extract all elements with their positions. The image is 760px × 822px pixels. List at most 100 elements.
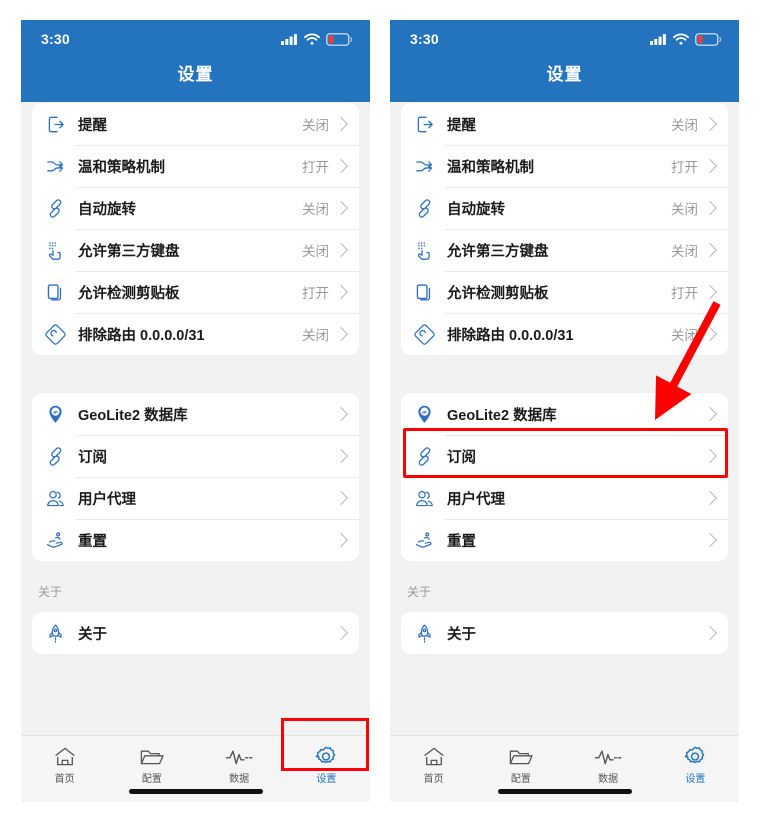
tab-home[interactable]: 首页 (21, 736, 108, 790)
row-label: 订阅 (78, 449, 107, 466)
row-reset[interactable]: 重置 (32, 519, 359, 561)
chevron-right-icon (702, 406, 718, 422)
keyboard-hand-icon (409, 237, 439, 263)
status-bar: 3:30 (21, 20, 370, 58)
rocket-icon (409, 620, 439, 646)
section-header-about: 关于 (38, 585, 63, 599)
row-subscription[interactable]: 订阅 (401, 435, 728, 477)
nav-bar: 设置 (21, 58, 370, 102)
row-label: 订阅 (447, 449, 476, 466)
chevron-right-icon (702, 326, 718, 342)
row-subscription[interactable]: 订阅 (32, 435, 359, 477)
row-clipboard-detect[interactable]: 允许检测剪贴板 打开 (32, 271, 359, 313)
chevron-right-icon (702, 284, 718, 300)
rocket-icon (40, 620, 70, 646)
tab-data[interactable]: 数据 (196, 736, 283, 790)
chevron-right-icon (333, 326, 349, 342)
chevron-right-icon (333, 284, 349, 300)
row-about[interactable]: 关于 (401, 612, 728, 654)
row-autorotate[interactable]: 自动旋转 关闭 (32, 187, 359, 229)
page-title: 设置 (546, 65, 583, 84)
tab-data[interactable]: 数据 (565, 736, 652, 790)
svg-text:IP: IP (53, 409, 58, 415)
chevron-right-icon (333, 448, 349, 464)
reset-hand-icon (409, 527, 439, 553)
screenshot-stage: 3:30 设置 提醒 关闭 温和策略机制 打开 自动旋转 关闭 允许第三方键盘 … (0, 0, 760, 822)
wifi-icon (304, 33, 320, 45)
row-value: 关闭 (671, 202, 698, 217)
cellular-signal-icon (281, 34, 297, 45)
row-value: 打开 (302, 160, 329, 175)
row-reminder[interactable]: 提醒 关闭 (32, 103, 359, 145)
row-value: 打开 (302, 286, 329, 301)
row-label: 温和策略机制 (78, 159, 165, 176)
row-value: 关闭 (302, 244, 329, 259)
row-policy[interactable]: 温和策略机制 打开 (32, 145, 359, 187)
row-exclude-route[interactable]: 排除路由 0.0.0.0/31 关闭 (401, 313, 728, 355)
pulse-icon (225, 750, 253, 764)
row-label: 关于 (78, 626, 107, 643)
settings-scroll-left[interactable]: 提醒 关闭 温和策略机制 打开 自动旋转 关闭 允许第三方键盘 关闭 允许检测剪… (21, 103, 370, 735)
exit-arrow-icon (409, 111, 439, 137)
tab-label: 首页 (54, 773, 75, 785)
row-reset[interactable]: 重置 (401, 519, 728, 561)
clipboard-copy-icon (40, 279, 70, 305)
settings-group-1: 提醒 关闭 温和策略机制 打开 自动旋转 关闭 允许第三方键盘 关闭 允许检测剪… (401, 103, 728, 355)
row-value: 关闭 (671, 118, 698, 133)
tab-label: 配置 (510, 773, 531, 785)
clipboard-copy-icon (409, 279, 439, 305)
row-value: 打开 (671, 160, 698, 175)
chevron-right-icon (702, 532, 718, 548)
shuffle-icon (409, 153, 439, 179)
tab-bar-right: 首页 配置 数据 设置 (390, 735, 739, 802)
row-third-party-keyboard[interactable]: 允许第三方键盘 关闭 (401, 229, 728, 271)
row-policy[interactable]: 温和策略机制 打开 (401, 145, 728, 187)
row-label: 提醒 (78, 117, 107, 134)
tab-home[interactable]: 首页 (390, 736, 477, 790)
row-label: 自动旋转 (78, 201, 136, 218)
row-label: 排除路由 0.0.0.0/31 (78, 327, 205, 344)
tab-settings[interactable]: 设置 (283, 736, 370, 790)
settings-group-2: IP GeoLite2 数据库 订阅 用户代理 重置 (401, 393, 728, 561)
row-label: 允许检测剪贴板 (447, 285, 549, 302)
tab-label: 配置 (141, 773, 162, 785)
page-title: 设置 (177, 65, 214, 84)
phone-screenshot-left: 3:30 设置 提醒 关闭 温和策略机制 打开 自动旋转 关闭 允许第三方键盘 … (21, 20, 370, 802)
row-value: 关闭 (671, 244, 698, 259)
chevron-right-icon (333, 490, 349, 506)
row-third-party-keyboard[interactable]: 允许第三方键盘 关闭 (32, 229, 359, 271)
link-chain-icon (409, 443, 439, 469)
gear-icon (685, 746, 705, 764)
ip-pin-icon: IP (40, 401, 70, 427)
route-diamond-icon (40, 321, 70, 347)
tab-config[interactable]: 配置 (108, 736, 195, 790)
row-user-agent[interactable]: 用户代理 (401, 477, 728, 519)
row-value: 打开 (671, 286, 698, 301)
status-bar: 3:30 (390, 20, 739, 58)
tab-label: 设置 (316, 774, 337, 785)
settings-scroll-right[interactable]: 提醒 关闭 温和策略机制 打开 自动旋转 关闭 允许第三方键盘 关闭 允许检测剪… (390, 103, 739, 735)
link-chain-icon (409, 195, 439, 221)
battery-low-icon (695, 32, 721, 46)
row-geolite2-db[interactable]: IP GeoLite2 数据库 (32, 393, 359, 435)
keyboard-hand-icon (40, 237, 70, 263)
row-about[interactable]: 关于 (32, 612, 359, 654)
row-value: 关闭 (671, 328, 698, 343)
row-autorotate[interactable]: 自动旋转 关闭 (401, 187, 728, 229)
folder-icon (140, 750, 164, 764)
row-exclude-route[interactable]: 排除路由 0.0.0.0/31 关闭 (32, 313, 359, 355)
row-clipboard-detect[interactable]: 允许检测剪贴板 打开 (401, 271, 728, 313)
status-time: 3:30 (410, 31, 439, 47)
tab-config[interactable]: 配置 (477, 736, 564, 790)
row-reminder[interactable]: 提醒 关闭 (401, 103, 728, 145)
row-user-agent[interactable]: 用户代理 (32, 477, 359, 519)
chevron-right-icon (333, 200, 349, 216)
cellular-signal-icon (650, 34, 666, 45)
row-label: 允许检测剪贴板 (78, 285, 180, 302)
tab-settings[interactable]: 设置 (652, 736, 739, 790)
row-geolite2-db[interactable]: IP GeoLite2 数据库 (401, 393, 728, 435)
pulse-icon (594, 750, 622, 764)
folder-icon (509, 750, 533, 764)
exit-arrow-icon (40, 111, 70, 137)
row-label: 排除路由 0.0.0.0/31 (447, 327, 574, 344)
